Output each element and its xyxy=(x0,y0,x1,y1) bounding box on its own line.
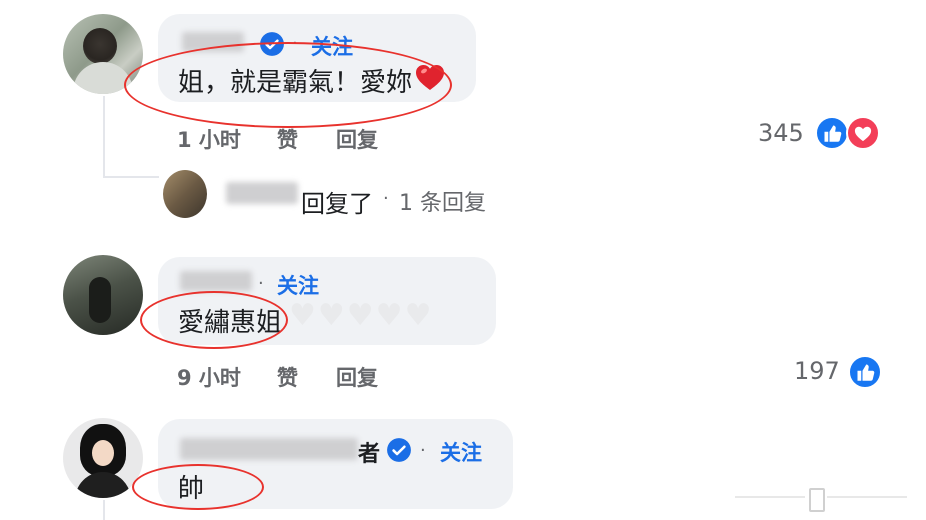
commenter-name-blurred[interactable] xyxy=(180,438,358,460)
faded-hearts-emoji: ♥♥♥♥♥ xyxy=(289,298,434,333)
commenter-name-blurred[interactable] xyxy=(180,271,252,291)
thread-line-vertical xyxy=(103,96,105,178)
reply-button[interactable]: 回复 xyxy=(336,362,378,392)
love-reaction-icon xyxy=(846,116,880,150)
annotation-ellipse xyxy=(124,42,452,128)
reaction-count[interactable]: 197 xyxy=(794,357,840,385)
reply-button[interactable]: 回复 xyxy=(336,124,378,154)
corner-watermark xyxy=(735,486,915,514)
reply-summary-text[interactable]: 回复了 xyxy=(301,184,373,219)
like-reaction-icon xyxy=(848,355,882,389)
follow-button[interactable]: 关注 xyxy=(277,270,319,300)
like-reaction-icon xyxy=(815,116,849,150)
comment-timestamp: 9 小时 xyxy=(177,366,241,390)
verified-badge-icon xyxy=(387,438,411,462)
dot-separator: · xyxy=(420,440,426,461)
thread-line-vertical-3 xyxy=(103,500,105,520)
reply-author-blurred[interactable] xyxy=(226,182,298,204)
commenter-name-tail[interactable]: 者 xyxy=(358,436,380,468)
avatar[interactable] xyxy=(163,170,207,218)
follow-button[interactable]: 关注 xyxy=(440,437,482,467)
like-button[interactable]: 赞 xyxy=(277,362,298,392)
reaction-count[interactable]: 345 xyxy=(758,119,804,147)
thread-line-branch xyxy=(103,176,159,178)
like-button[interactable]: 赞 xyxy=(277,124,298,154)
dot-separator: · xyxy=(383,188,389,209)
annotation-ellipse xyxy=(132,464,264,510)
comment-timestamp: 1 小时 xyxy=(177,128,241,152)
reply-count[interactable]: 1 条回复 xyxy=(399,185,486,217)
avatar[interactable] xyxy=(63,418,143,498)
avatar[interactable] xyxy=(63,255,143,335)
annotation-ellipse xyxy=(140,291,288,349)
dot-separator: · xyxy=(258,273,264,294)
